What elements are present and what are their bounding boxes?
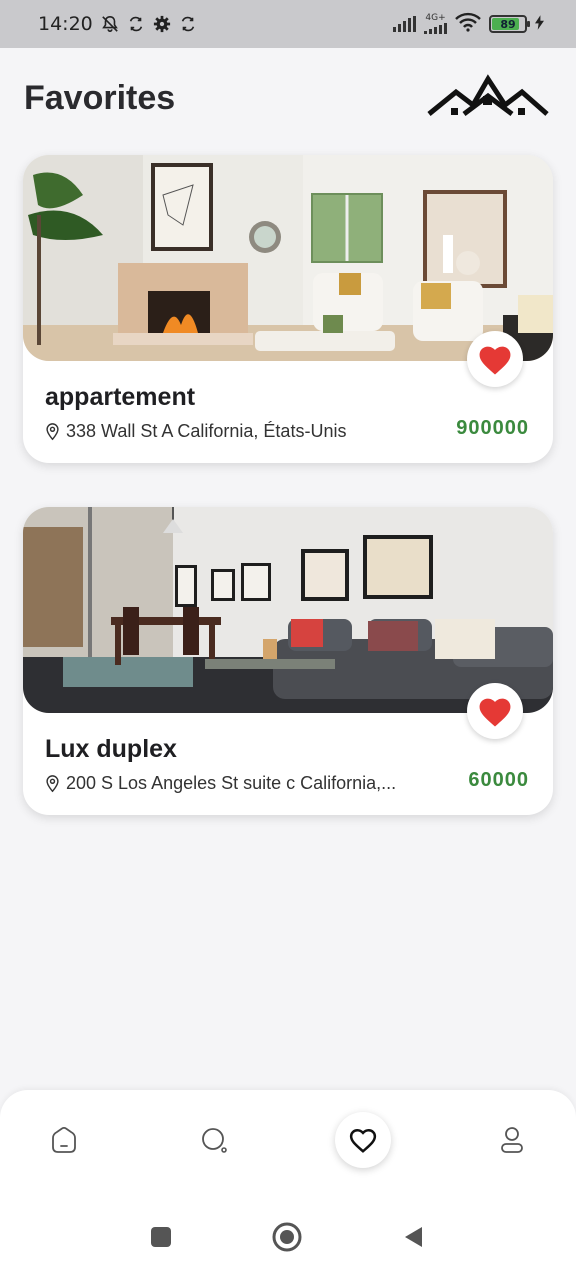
heart-filled-icon (479, 346, 511, 375)
property-address: 338 Wall St A California, États-Unis (45, 421, 425, 442)
status-right: 4G+ 89 (393, 12, 544, 36)
sync-icon (127, 15, 145, 33)
battery-icon: 89 (489, 15, 530, 33)
status-left: 14:20 (38, 13, 197, 35)
address-text: 338 Wall St A California, États-Unis (66, 421, 347, 441)
header: Favorites (0, 48, 576, 148)
heart-filled-icon (479, 698, 511, 727)
gear-icon (153, 15, 171, 33)
nav-home[interactable] (36, 1112, 92, 1168)
favorite-toggle-button[interactable] (467, 331, 523, 387)
location-pin-icon (46, 422, 59, 440)
nav-profile[interactable] (484, 1112, 540, 1168)
sync-icon (179, 15, 197, 33)
page-title: Favorites (24, 78, 176, 117)
houses-logo-icon (426, 74, 550, 122)
charging-icon (535, 14, 544, 34)
nav-favorites[interactable] (335, 1112, 391, 1168)
network-label: 4G+ (425, 13, 446, 23)
property-price: 900000 (456, 417, 529, 439)
bottom-nav (0, 1090, 576, 1190)
property-image[interactable] (23, 155, 553, 361)
location-pin-icon (46, 774, 59, 792)
property-image[interactable] (23, 507, 553, 713)
favorite-card[interactable]: appartement 338 Wall St A California, Ét… (23, 155, 553, 463)
wifi-icon (455, 12, 481, 36)
home-icon (52, 1127, 76, 1153)
back-triangle-icon[interactable] (398, 1222, 428, 1252)
nav-search[interactable] (186, 1112, 242, 1168)
heart-icon (349, 1128, 377, 1153)
property-price: 60000 (468, 769, 529, 791)
search-icon (202, 1128, 227, 1153)
system-nav (0, 1190, 576, 1280)
home-circle-icon[interactable] (272, 1222, 302, 1252)
property-address: 200 S Los Angeles St suite c California,… (45, 773, 425, 794)
status-bar: 14:20 4G+ 89 (0, 0, 576, 48)
signal-icon (393, 16, 416, 32)
favorite-toggle-button[interactable] (467, 683, 523, 739)
status-time: 14:20 (38, 13, 93, 35)
signal-4g-icon: 4G+ (424, 14, 447, 34)
bell-off-icon (101, 15, 119, 33)
address-text: 200 S Los Angeles St suite c California,… (66, 773, 397, 793)
profile-icon (501, 1127, 523, 1153)
recents-square-icon[interactable] (146, 1222, 176, 1252)
favorite-card[interactable]: Lux duplex 200 S Los Angeles St suite c … (23, 507, 553, 815)
battery-level: 89 (500, 17, 516, 31)
property-title: Lux duplex (45, 735, 177, 763)
property-title: appartement (45, 383, 196, 411)
